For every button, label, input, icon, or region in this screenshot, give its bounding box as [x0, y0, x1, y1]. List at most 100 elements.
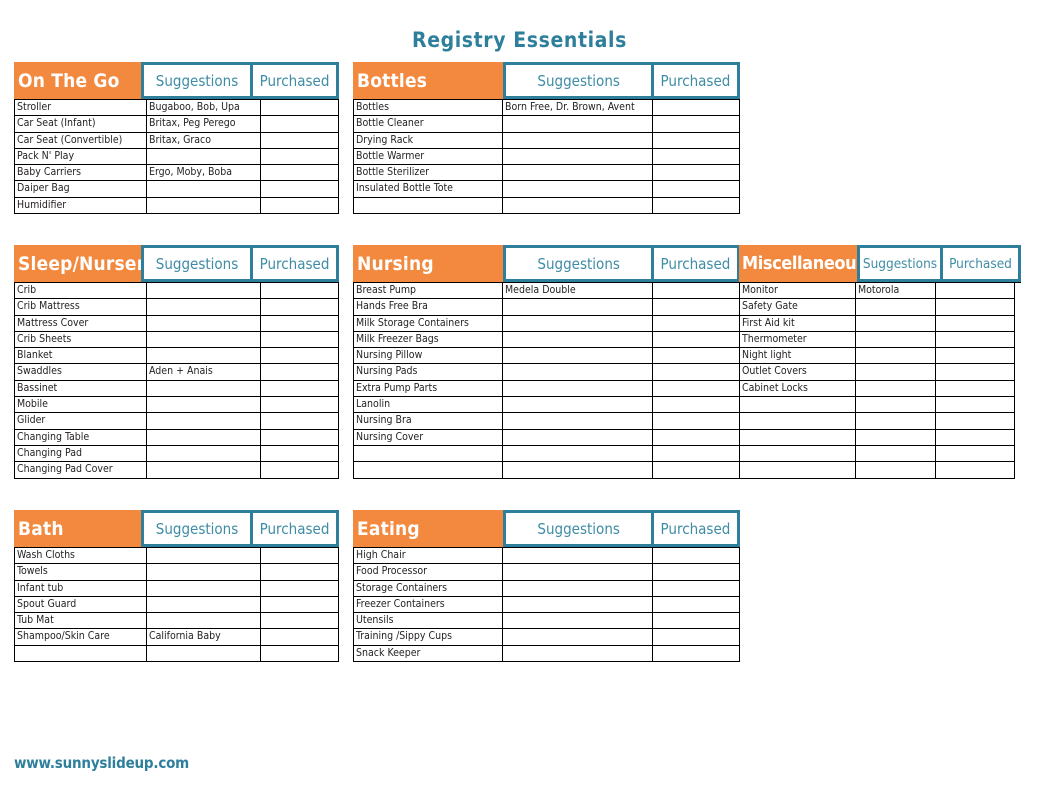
cell-purchased[interactable]: [261, 613, 339, 630]
cell-suggestions[interactable]: Britax, Graco: [147, 132, 261, 149]
cell-purchased[interactable]: [936, 397, 1015, 414]
cell-suggestions[interactable]: California Baby: [147, 629, 261, 646]
cell-purchased[interactable]: [261, 413, 339, 430]
footer-website-url[interactable]: www.sunnyslideup.com: [14, 754, 189, 772]
cell-purchased[interactable]: [653, 580, 740, 597]
cell-suggestions[interactable]: Born Free, Dr. Brown, Avent: [503, 100, 653, 117]
cell-purchased[interactable]: [653, 397, 740, 414]
cell-suggestions[interactable]: [147, 315, 261, 332]
cell-purchased[interactable]: [261, 283, 339, 300]
cell-purchased[interactable]: [653, 445, 740, 463]
cell-purchased[interactable]: [261, 165, 339, 182]
cell-purchased[interactable]: [261, 315, 339, 332]
cell-purchased[interactable]: [261, 596, 339, 614]
cell-suggestions[interactable]: [503, 580, 653, 597]
cell-suggestions[interactable]: [503, 397, 653, 414]
cell-suggestions[interactable]: [503, 148, 653, 166]
cell-purchased[interactable]: [261, 645, 339, 663]
cell-purchased[interactable]: [936, 348, 1015, 365]
cell-purchased[interactable]: [653, 645, 740, 663]
cell-suggestions[interactable]: [147, 445, 261, 463]
cell-suggestions[interactable]: Motorola: [856, 283, 936, 300]
cell-suggestions[interactable]: [856, 315, 936, 332]
cell-purchased[interactable]: [653, 596, 740, 614]
cell-purchased[interactable]: [653, 331, 740, 349]
cell-suggestions[interactable]: [503, 629, 653, 646]
cell-purchased[interactable]: [261, 364, 339, 381]
cell-purchased[interactable]: [653, 348, 740, 365]
cell-suggestions[interactable]: [147, 462, 261, 479]
cell-purchased[interactable]: [261, 181, 339, 198]
cell-suggestions[interactable]: [147, 380, 261, 398]
cell-suggestions[interactable]: [503, 197, 653, 215]
cell-suggestions[interactable]: [503, 413, 653, 430]
cell-purchased[interactable]: [653, 165, 740, 182]
cell-purchased[interactable]: [653, 100, 740, 117]
cell-purchased[interactable]: [653, 148, 740, 166]
cell-purchased[interactable]: [936, 331, 1015, 349]
cell-suggestions[interactable]: [856, 364, 936, 381]
cell-purchased[interactable]: [261, 429, 339, 446]
cell-purchased[interactable]: [653, 116, 740, 133]
cell-purchased[interactable]: [653, 613, 740, 630]
cell-suggestions[interactable]: [856, 348, 936, 365]
cell-suggestions[interactable]: [856, 299, 936, 316]
cell-suggestions[interactable]: [503, 548, 653, 565]
cell-suggestions[interactable]: [503, 445, 653, 463]
cell-suggestions[interactable]: [503, 645, 653, 663]
cell-purchased[interactable]: [936, 380, 1015, 398]
cell-suggestions[interactable]: [147, 580, 261, 597]
cell-suggestions[interactable]: [147, 596, 261, 614]
cell-purchased[interactable]: [261, 148, 339, 166]
cell-purchased[interactable]: [936, 462, 1015, 479]
cell-suggestions[interactable]: [856, 413, 936, 430]
cell-suggestions[interactable]: [503, 429, 653, 446]
cell-purchased[interactable]: [936, 429, 1015, 446]
cell-suggestions[interactable]: [147, 148, 261, 166]
cell-suggestions[interactable]: [503, 132, 653, 149]
cell-suggestions[interactable]: [503, 348, 653, 365]
cell-purchased[interactable]: [936, 283, 1015, 300]
cell-purchased[interactable]: [261, 397, 339, 414]
cell-purchased[interactable]: [261, 116, 339, 133]
cell-suggestions[interactable]: [147, 564, 261, 581]
cell-purchased[interactable]: [936, 299, 1015, 316]
cell-suggestions[interactable]: Aden + Anais: [147, 364, 261, 381]
cell-purchased[interactable]: [261, 564, 339, 581]
cell-purchased[interactable]: [261, 348, 339, 365]
cell-purchased[interactable]: [653, 462, 740, 479]
cell-suggestions[interactable]: [147, 548, 261, 565]
cell-suggestions[interactable]: [147, 283, 261, 300]
cell-purchased[interactable]: [261, 380, 339, 398]
cell-purchased[interactable]: [936, 315, 1015, 332]
cell-purchased[interactable]: [653, 283, 740, 300]
cell-purchased[interactable]: [653, 197, 740, 215]
cell-purchased[interactable]: [653, 364, 740, 381]
cell-suggestions[interactable]: [503, 564, 653, 581]
cell-purchased[interactable]: [936, 364, 1015, 381]
cell-suggestions[interactable]: [856, 331, 936, 349]
cell-suggestions[interactable]: [147, 197, 261, 215]
cell-purchased[interactable]: [261, 445, 339, 463]
cell-suggestions[interactable]: [856, 445, 936, 463]
cell-purchased[interactable]: [653, 564, 740, 581]
cell-suggestions[interactable]: [147, 181, 261, 198]
cell-suggestions[interactable]: [147, 397, 261, 414]
cell-purchased[interactable]: [653, 132, 740, 149]
cell-suggestions[interactable]: [503, 462, 653, 479]
cell-purchased[interactable]: [261, 331, 339, 349]
cell-suggestions[interactable]: [856, 462, 936, 479]
cell-purchased[interactable]: [261, 548, 339, 565]
cell-suggestions[interactable]: Medela Double: [503, 283, 653, 300]
cell-suggestions[interactable]: [147, 645, 261, 663]
cell-suggestions[interactable]: Ergo, Moby, Boba: [147, 165, 261, 182]
cell-purchased[interactable]: [261, 299, 339, 316]
cell-suggestions[interactable]: [503, 364, 653, 381]
cell-suggestions[interactable]: [147, 348, 261, 365]
cell-purchased[interactable]: [653, 315, 740, 332]
cell-purchased[interactable]: [261, 462, 339, 479]
cell-suggestions[interactable]: [503, 299, 653, 316]
cell-suggestions[interactable]: [147, 413, 261, 430]
cell-suggestions[interactable]: [503, 181, 653, 198]
cell-suggestions[interactable]: [856, 380, 936, 398]
